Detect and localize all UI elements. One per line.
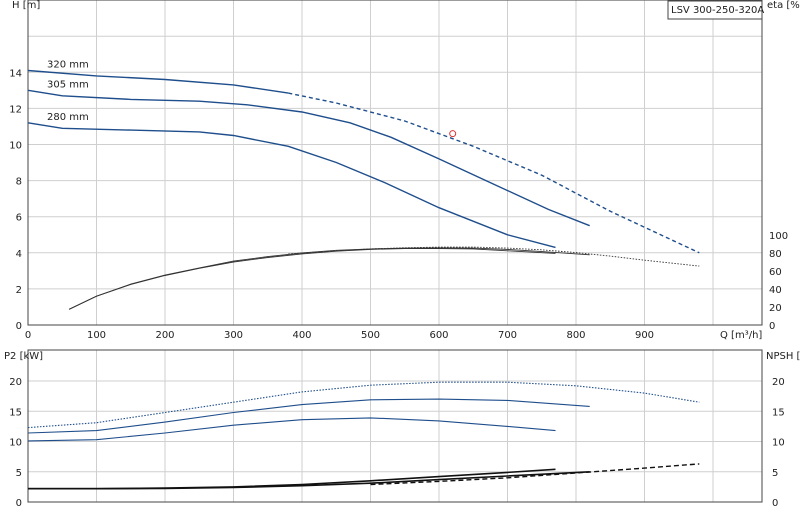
- power-curve: [27, 398, 590, 434]
- operating-point-marker: [449, 130, 457, 138]
- curve-label: 280 mm: [47, 112, 89, 123]
- head-plot-frame: [27, 0, 763, 326]
- y2-axis-label-eta: eta [%]: [767, 0, 800, 11]
- y-tick-label-power: 20: [9, 377, 22, 388]
- y2-tick-label-eta: 60: [769, 267, 782, 278]
- x-tick-label: 400: [292, 330, 311, 341]
- y-tick-label-power: 0: [16, 498, 22, 509]
- head-grid: [28, 0, 762, 325]
- y-tick-label-power: 5: [16, 468, 22, 479]
- x-tick-label: 200: [155, 330, 174, 341]
- y-tick-label-power: 10: [9, 438, 22, 449]
- x-axis-label-flow: Q [m³/h]: [720, 330, 762, 341]
- pump-performance-chart: H [m] eta [%] Q [m³/h] P2 [kW] NPSH [m] …: [4, 0, 800, 509]
- y2-axis-label-npsh: NPSH [m]: [766, 351, 800, 362]
- x-tick-label: 300: [224, 330, 243, 341]
- model-label: LSV 300-250-320A: [671, 5, 764, 16]
- x-tick-label: 600: [429, 330, 448, 341]
- y2-tick-label-eta: 80: [769, 249, 782, 260]
- y-axis-label-power: P2 [kW]: [4, 351, 43, 362]
- y-tick-label-head: 8: [16, 177, 22, 188]
- power-curve-dotted: [27, 381, 700, 429]
- y-axis-label-head: H [m]: [12, 0, 40, 11]
- head-curve: [27, 122, 556, 249]
- y2-tick-label-npsh: 5: [772, 468, 778, 479]
- y-tick-label-power: 15: [9, 407, 22, 418]
- curve-label: 320 mm: [47, 59, 89, 70]
- x-tick-label: 700: [498, 330, 517, 341]
- npsh-curve: [28, 471, 590, 490]
- x-tick-label: 800: [566, 330, 585, 341]
- y2-tick-label-eta: 20: [769, 303, 782, 314]
- y-tick-label-head: 10: [9, 141, 22, 152]
- y2-tick-label-npsh: 10: [772, 438, 785, 449]
- y-tick-label-head: 14: [9, 68, 22, 79]
- x-tick-label: 100: [87, 330, 106, 341]
- x-tick-label: 500: [361, 330, 380, 341]
- efficiency-curve: [68, 247, 590, 310]
- y2-tick-label-npsh: 15: [772, 407, 785, 418]
- curve-labels: 320 mm 305 mm 280 mm: [47, 59, 89, 122]
- x-tick-label: 900: [635, 330, 654, 341]
- y2-tick-label-eta: 40: [769, 285, 782, 296]
- head-curve: [27, 89, 590, 227]
- y-tick-label-head: 4: [16, 249, 22, 260]
- y2-tick-label-eta: 0: [769, 321, 775, 332]
- y-tick-label-head: 12: [9, 104, 22, 115]
- y2-tick-label-npsh: 0: [772, 498, 778, 509]
- y2-tick-label-eta: 100: [769, 231, 788, 242]
- y-tick-label-head: 6: [16, 213, 22, 224]
- y-tick-label-head: 2: [16, 285, 22, 296]
- efficiency-curve: [68, 248, 556, 310]
- curves: [27, 69, 700, 490]
- x-tick-label: 0: [25, 330, 31, 341]
- y-tick-label-head: 0: [16, 321, 22, 332]
- curve-label: 305 mm: [47, 79, 89, 90]
- y2-tick-label-npsh: 20: [772, 377, 785, 388]
